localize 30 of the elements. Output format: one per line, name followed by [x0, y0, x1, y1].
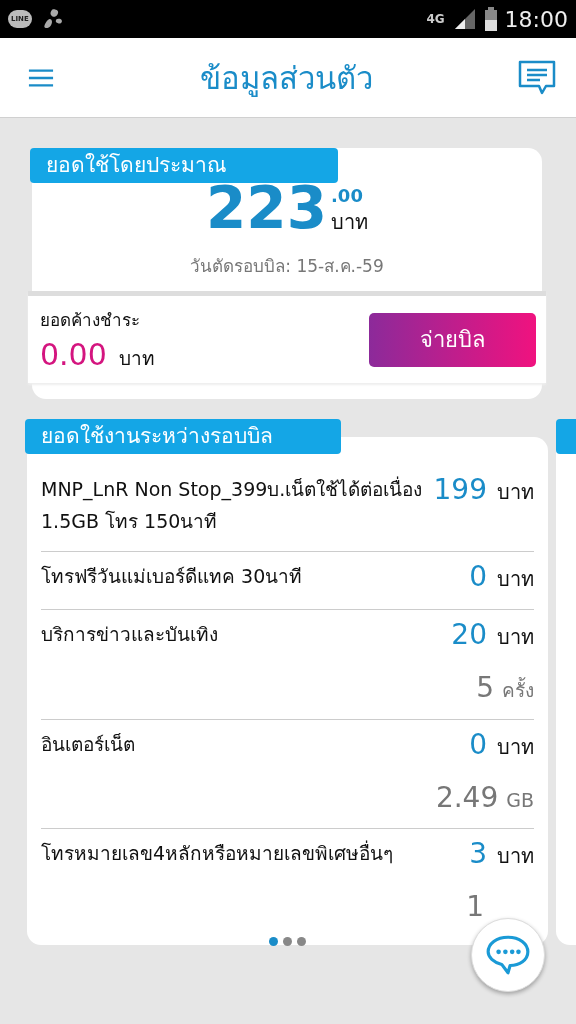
usage-amount: 0: [469, 560, 487, 593]
usage-item-label: อินเตอร์เน็ต: [41, 732, 135, 757]
currency-unit: บาท: [497, 734, 534, 761]
usage-item-label: บริการข่าวและบันเทิง: [41, 622, 218, 647]
quantity-unit: GB: [506, 789, 534, 811]
pay-bill-button[interactable]: จ่ายบิล: [369, 312, 536, 367]
quantity-unit: ครั้ง: [502, 676, 534, 703]
currency-unit: บาท: [497, 624, 534, 651]
usage-item-label: MNP_LnR Non Stop_399บ.เน็ตใช้ได้ต่อเนื่อง 1.5GB โทร 150นาที: [41, 475, 424, 534]
usage-quantity: 5: [476, 671, 494, 704]
outstanding-label: ยอดค้างชำระ: [40, 309, 141, 332]
amount-decimals: .00: [331, 185, 364, 206]
currency-unit: บาท: [497, 479, 534, 506]
currency-unit: บาท: [118, 346, 155, 371]
usage-quantity: 1: [466, 890, 484, 923]
usage-amount: 3: [469, 837, 487, 870]
currency-unit: บาท: [331, 209, 369, 236]
page-title: ข้อมูลส่วนตัว: [199, 58, 373, 99]
currency-unit: บาท: [497, 843, 534, 870]
usage-item-label: โทรฟรีวันแม่เบอร์ดีแทค 30นาที: [41, 564, 303, 589]
clock: 18:00: [504, 6, 568, 32]
currency-unit: บาท: [497, 566, 534, 593]
usage-amount: 0: [469, 728, 487, 761]
outstanding-amount: 0.00: [40, 337, 107, 372]
usage-amount: 199: [433, 473, 487, 506]
usage-amount: 20: [451, 618, 487, 651]
usage-item-label: โทรหมายเลข4หลักหรือหมายเลขพิเศษอื่นๆ: [41, 839, 394, 866]
network-type: 4G: [426, 12, 445, 26]
cycle-date: วันตัดรอบบิล: 15-ส.ค.-59: [189, 255, 385, 278]
usage-quantity: 2.49: [435, 781, 499, 814]
